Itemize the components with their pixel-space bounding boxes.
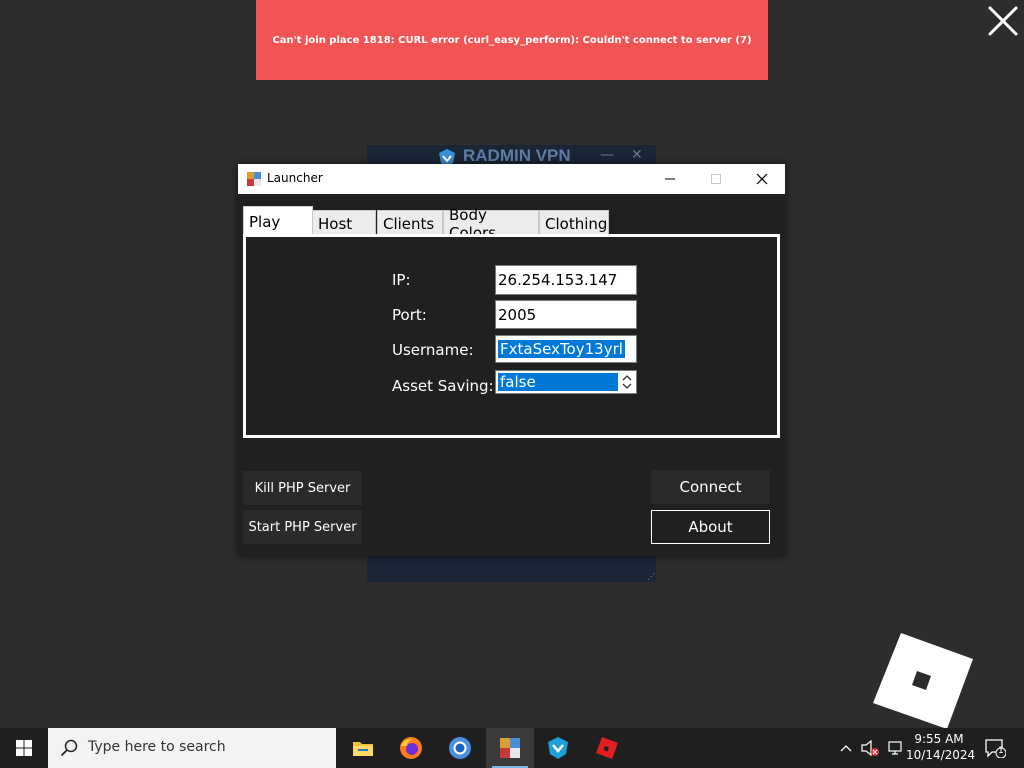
network-disconnected-icon[interactable] [858, 728, 882, 768]
asset-saving-value: false [498, 373, 618, 391]
port-value: 2005 [498, 305, 537, 324]
maximize-button[interactable] [693, 164, 739, 194]
firefox-icon[interactable] [387, 728, 435, 768]
username-label: Username: [392, 341, 474, 359]
radmin-vpn-icon[interactable] [534, 728, 582, 768]
username-value: FxtaSexToy13yrl [498, 340, 625, 358]
system-clock[interactable]: 9:55 AM 10/14/2024 [906, 731, 976, 763]
close-icon[interactable] [986, 4, 1020, 38]
close-icon [756, 173, 768, 185]
play-panel: IP: 26.254.153.147 Port: 2005 Username: … [243, 234, 780, 438]
window-title: Launcher [267, 171, 323, 185]
tab-label: Clothing [545, 214, 608, 233]
button-label: Connect [679, 478, 742, 496]
kill-php-server-button[interactable]: Kill PHP Server [243, 471, 362, 505]
launcher-titlebar[interactable]: Launcher [238, 164, 785, 194]
start-button[interactable] [0, 728, 48, 768]
about-button[interactable]: About [651, 510, 770, 544]
resize-grip-icon[interactable]: ⋰ [647, 573, 655, 581]
show-hidden-icons-chevron-icon[interactable] [836, 728, 856, 768]
tab-body-colors[interactable]: Body Colors [443, 206, 539, 242]
taskbar: Type here to search 9:55 AM 10/14/2024 1 [0, 728, 1024, 768]
tab-label: Host [318, 214, 353, 233]
tab-label: Play [249, 212, 281, 231]
window-close-button[interactable] [739, 164, 785, 194]
file-explorer-icon[interactable] [339, 728, 387, 768]
radmin-close-icon[interactable]: ✕ [631, 147, 643, 163]
error-message: Can't join place 1818: CURL error (curl_… [272, 34, 752, 46]
ip-field[interactable]: 26.254.153.147 [495, 265, 637, 295]
radmin-title-text: RADMIN VPN [463, 146, 571, 165]
windows-icon [16, 740, 32, 756]
ip-value: 26.254.153.147 [498, 271, 618, 289]
maximize-icon [711, 174, 721, 184]
asset-saving-spinner[interactable]: false [495, 370, 637, 394]
launcher-window: Launcher Play Host Clients Body Colors C… [238, 164, 785, 556]
chrome-icon[interactable] [436, 728, 484, 768]
minimize-icon [665, 178, 675, 180]
notification-center-icon[interactable]: 1 [980, 728, 1010, 768]
roblox-icon[interactable] [583, 728, 631, 768]
search-placeholder: Type here to search [88, 739, 226, 755]
port-field[interactable]: 2005 [495, 300, 637, 329]
tab-label: Clients [383, 214, 435, 233]
launcher-icon[interactable] [486, 728, 534, 768]
radmin-minimize-icon[interactable]: — [600, 147, 614, 163]
spinner-arrows-icon[interactable] [620, 372, 634, 392]
volume-icon[interactable] [884, 728, 906, 768]
port-label: Port: [392, 306, 427, 324]
button-label: Kill PHP Server [254, 480, 351, 496]
tab-play[interactable]: Play [243, 206, 313, 236]
error-banner: Can't join place 1818: CURL error (curl_… [256, 0, 768, 80]
tab-clothing[interactable]: Clothing [539, 210, 609, 236]
connect-button[interactable]: Connect [651, 470, 770, 504]
launcher-app-icon [247, 171, 261, 186]
tab-host[interactable]: Host [312, 210, 376, 236]
minimize-button[interactable] [647, 164, 693, 194]
roblox-logo-icon [873, 633, 973, 729]
search-icon [60, 739, 78, 757]
username-field[interactable]: FxtaSexToy13yrl [495, 335, 637, 363]
tab-clients[interactable]: Clients [377, 210, 443, 236]
taskbar-search-box[interactable]: Type here to search [48, 728, 336, 768]
button-label: Start PHP Server [248, 519, 357, 535]
asset-saving-label: Asset Saving: [392, 377, 494, 395]
clock-time: 9:55 AM [914, 732, 964, 746]
clock-date: 10/14/2024 [906, 748, 976, 762]
button-label: About [688, 518, 733, 536]
notification-count: 1 [998, 746, 1004, 756]
start-php-server-button[interactable]: Start PHP Server [243, 510, 362, 544]
ip-label: IP: [392, 271, 411, 289]
